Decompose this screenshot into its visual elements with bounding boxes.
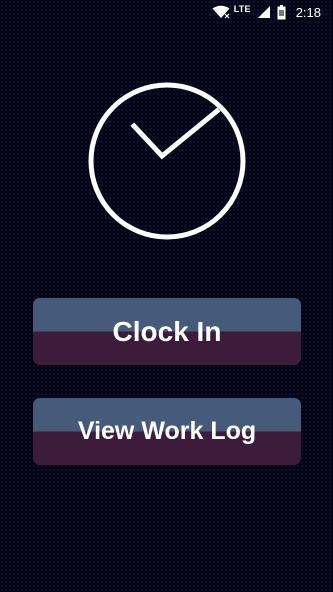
clock-icon — [76, 80, 258, 245]
status-bar: LTE 2:18 — [0, 0, 333, 24]
clock-in-button-label: Clock In — [112, 315, 222, 347]
battery-icon — [277, 4, 286, 20]
view-work-log-button[interactable]: View Work Log — [33, 398, 301, 465]
app-screen: LTE 2:18 Clock In View Work Log — [0, 0, 333, 592]
network-type-label: LTE — [233, 4, 251, 14]
wifi-icon — [212, 5, 230, 19]
status-time: 2:18 — [295, 4, 321, 20]
cellular-signal-icon — [257, 5, 271, 19]
clock-in-button[interactable]: Clock In — [33, 298, 301, 365]
view-work-log-button-label: View Work Log — [77, 417, 257, 445]
